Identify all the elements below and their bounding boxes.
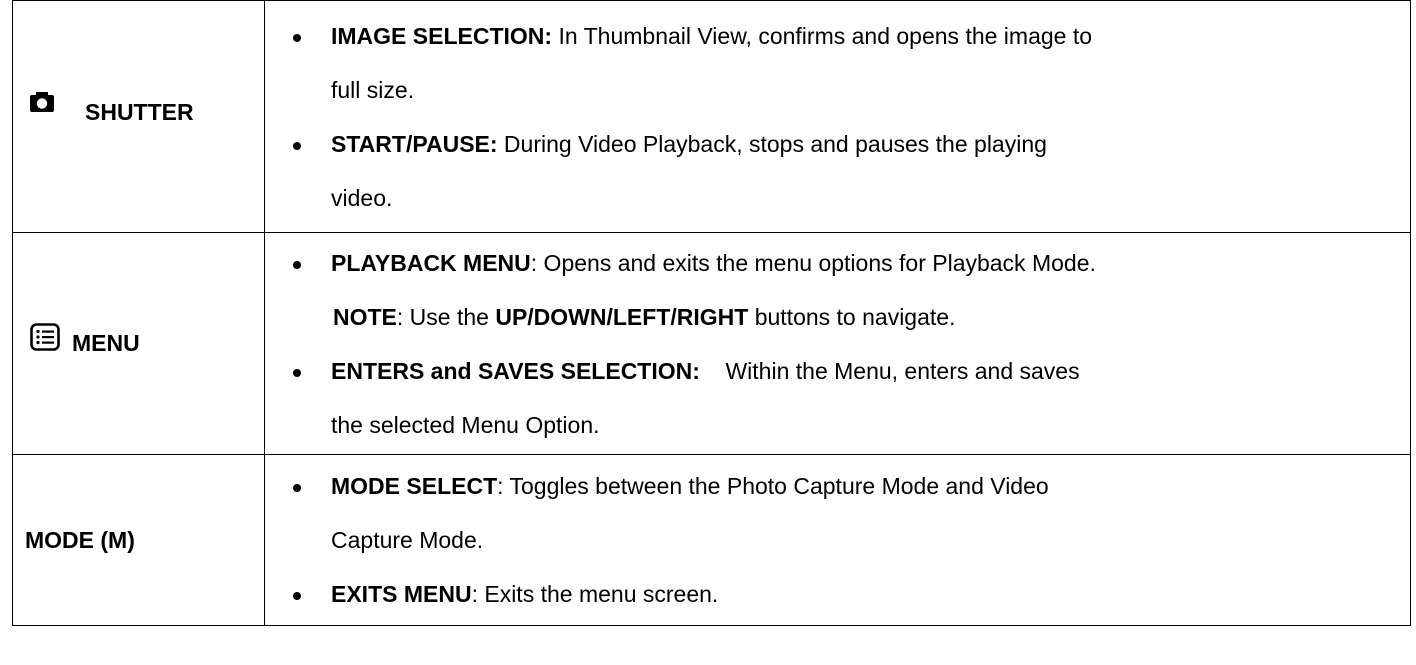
- list-item: ENTERS and SAVES SELECTION: Within the M…: [265, 344, 1410, 452]
- note-line: NOTE: Use the UP/DOWN/LEFT/RIGHT buttons…: [265, 290, 1410, 344]
- description-cell: IMAGE SELECTION: In Thumbnail View, conf…: [264, 0, 1411, 233]
- item-title: START/PAUSE:: [331, 130, 498, 157]
- button-label: MENU: [13, 322, 264, 358]
- menu-list-icon: [30, 322, 60, 351]
- item-title: MODE SELECT: [331, 473, 498, 499]
- bullet-icon: [293, 368, 301, 377]
- item-text: In Thumbnail View, confirms and opens th…: [552, 22, 1093, 49]
- list-item: MODE SELECT: Toggles between the Photo C…: [265, 459, 1410, 567]
- table-row-shutter: SHUTTER IMAGE SELECTION: In Thumbnail Vi…: [12, 0, 1411, 233]
- button-name: MODE (M): [25, 526, 135, 553]
- bullet-icon: [293, 592, 301, 600]
- list-item: START/PAUSE: During Video Playback, stop…: [265, 117, 1410, 225]
- button-name: MENU: [72, 330, 140, 356]
- function-list: PLAYBACK MENU: Opens and exits the menu …: [265, 236, 1410, 452]
- item-text: : Toggles between the Photo Capture Mode…: [497, 473, 1049, 499]
- label-cell: MENU: [12, 232, 265, 455]
- bullet-icon: [293, 260, 301, 269]
- item-title: PLAYBACK MENU: [331, 249, 531, 276]
- list-item: EXITS MENU: Exits the menu screen.: [265, 567, 1410, 621]
- label-cell: SHUTTER: [12, 0, 265, 233]
- table-row-mode: MODE (M) MODE SELECT: Toggles between th…: [12, 454, 1411, 626]
- button-label: MODE (M): [13, 527, 264, 554]
- item-text: During Video Playback, stops and pauses …: [497, 130, 1047, 157]
- description-cell: MODE SELECT: Toggles between the Photo C…: [264, 454, 1411, 626]
- note-text: : Use the: [396, 303, 496, 330]
- note-bold: UP/DOWN/LEFT/RIGHT: [495, 303, 749, 330]
- bullet-icon: [293, 141, 301, 150]
- item-title: IMAGE SELECTION:: [331, 22, 553, 49]
- note-title: NOTE: [333, 303, 397, 330]
- bullet-icon: [293, 33, 301, 42]
- item-text: : Opens and exits the menu options for P…: [530, 249, 1096, 276]
- item-title: ENTERS and SAVES SELECTION:: [331, 357, 700, 384]
- button-name: SHUTTER: [85, 99, 194, 125]
- list-item: PLAYBACK MENU: Opens and exits the menu …: [265, 236, 1410, 344]
- item-continuation: Capture Mode.: [331, 527, 484, 553]
- button-label: SHUTTER: [13, 91, 264, 126]
- function-list: IMAGE SELECTION: In Thumbnail View, conf…: [265, 9, 1410, 225]
- item-continuation: full size.: [331, 76, 415, 103]
- bullet-icon: [293, 484, 301, 492]
- note-text: buttons to navigate.: [748, 303, 956, 330]
- item-continuation: the selected Menu Option.: [331, 411, 600, 438]
- item-text: : Exits the menu screen.: [471, 581, 719, 607]
- item-text: Within the Menu, enters and saves: [699, 357, 1080, 384]
- camera-icon: [29, 91, 55, 113]
- label-cell: MODE (M): [12, 454, 265, 626]
- function-list: MODE SELECT: Toggles between the Photo C…: [265, 459, 1410, 621]
- table-row-menu: MENU PLAYBACK MENU: Opens and exits the …: [12, 232, 1411, 455]
- list-item: IMAGE SELECTION: In Thumbnail View, conf…: [265, 9, 1410, 117]
- item-title: EXITS MENU: [331, 581, 472, 607]
- item-continuation: video.: [331, 184, 393, 211]
- button-function-table: SHUTTER IMAGE SELECTION: In Thumbnail Vi…: [12, 0, 1411, 626]
- description-cell: PLAYBACK MENU: Opens and exits the menu …: [264, 232, 1411, 455]
